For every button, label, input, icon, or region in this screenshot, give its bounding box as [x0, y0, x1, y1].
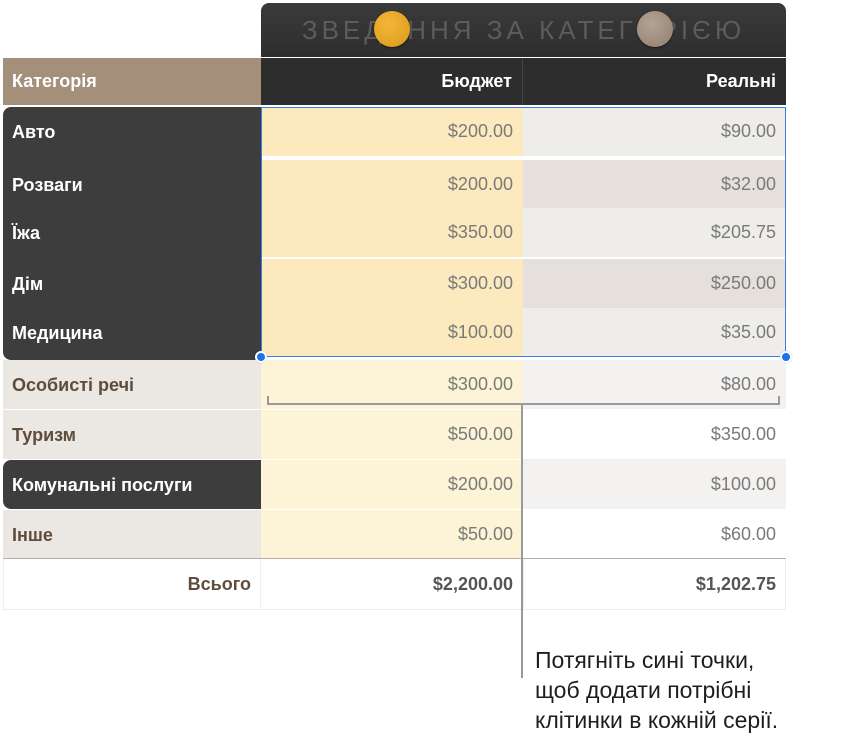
row-category-food[interactable]: Їжа	[12, 208, 40, 258]
table-bottom-border	[3, 609, 786, 610]
callout-bracket-right-tick	[778, 396, 780, 405]
selection-handle-right[interactable]	[780, 351, 792, 363]
header-budget[interactable]: Бюджет	[261, 58, 523, 105]
cell-actual[interactable]: $60.00	[523, 510, 786, 560]
header-category[interactable]: Категорія	[3, 58, 261, 105]
actual-series-color-dot[interactable]	[637, 11, 673, 47]
row-category-entertainment[interactable]: Розваги	[12, 160, 83, 210]
cell-budget[interactable]: $500.00	[261, 410, 523, 460]
row-category-home[interactable]: Дім	[12, 259, 43, 309]
row-category-other[interactable]: Інше	[12, 510, 53, 560]
row-category-utilities[interactable]: Комунальні послуги	[12, 460, 193, 510]
cell-actual[interactable]: $100.00	[523, 460, 786, 510]
chart-header-title: ЗВЕДЕННЯ ЗА КАТЕГОРІЄЮ	[301, 14, 746, 45]
callout-line-1: Потягніть сині точки,	[535, 647, 755, 673]
callout-line-2: щоб додати потрібні	[535, 677, 752, 703]
total-label[interactable]: Всього	[3, 559, 261, 609]
total-actual[interactable]: $1,202.75	[523, 559, 786, 609]
budget-series-color-dot[interactable]	[374, 11, 410, 47]
row-category-medicine[interactable]: Медицина	[12, 308, 103, 358]
row-category-auto[interactable]: Авто	[12, 107, 55, 157]
cell-budget[interactable]: $200.00	[261, 460, 523, 510]
total-budget[interactable]: $2,200.00	[261, 559, 523, 609]
cell-actual[interactable]: $350.00	[523, 410, 786, 460]
callout-leader-line	[521, 404, 523, 678]
series-selection-range	[261, 107, 786, 357]
callout-bracket-left-tick	[267, 396, 269, 405]
row-category-personal[interactable]: Особисті речі	[12, 360, 134, 410]
row-category-travel[interactable]: Туризм	[12, 410, 76, 460]
callout-text: Потягніть сині точки, щоб додати потрібн…	[535, 645, 845, 735]
cell-budget[interactable]: $50.00	[261, 510, 523, 560]
header-actual[interactable]: Реальні	[523, 58, 786, 105]
callout-bracket	[267, 403, 780, 405]
selection-handle-left[interactable]	[255, 351, 267, 363]
callout-line-3: клітинки в кожній серії.	[535, 707, 779, 733]
